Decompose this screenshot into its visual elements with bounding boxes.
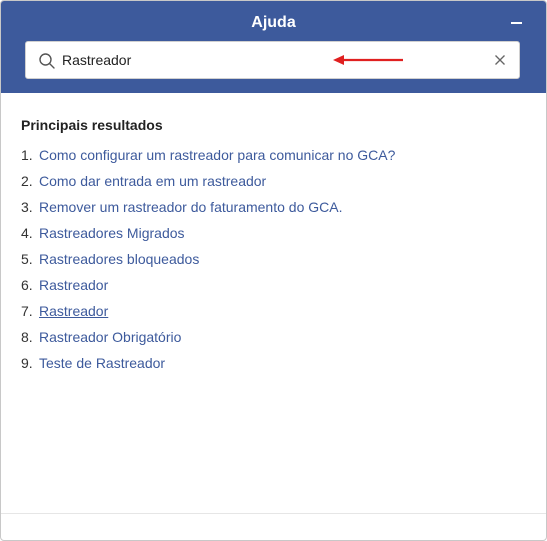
results-list: 1. Como configurar um rastreador para com… — [21, 142, 521, 376]
result-number: 3. — [21, 199, 33, 215]
list-item: 7. Rastreador — [21, 298, 521, 324]
result-link[interactable]: Rastreadores Migrados — [39, 225, 185, 241]
list-item: 1. Como configurar um rastreador para com… — [21, 142, 521, 168]
result-link[interactable]: Rastreadores bloqueados — [39, 251, 199, 267]
list-item: 6. Rastreador — [21, 272, 521, 298]
result-number: 7. — [21, 303, 33, 319]
close-icon[interactable] — [492, 52, 508, 68]
result-number: 8. — [21, 329, 33, 345]
result-number: 4. — [21, 225, 33, 241]
results-section: Principais resultados 1. Como configurar … — [21, 115, 521, 376]
result-link[interactable]: Rastreador — [39, 277, 108, 293]
minimize-icon[interactable] — [509, 12, 525, 32]
footer-divider — [1, 513, 546, 514]
help-title: Ajuda — [251, 14, 296, 31]
list-item: 4. Rastreadores Migrados — [21, 220, 521, 246]
result-link[interactable]: Teste de Rastreador — [39, 355, 165, 371]
search-input[interactable] — [62, 48, 482, 72]
result-link[interactable]: Rastreador Obrigatório — [39, 329, 181, 345]
result-number: 1. — [21, 147, 33, 163]
results-heading: Principais resultados — [21, 117, 163, 133]
help-panel: Ajuda Principais resultados 1. Como confi… — [0, 0, 547, 541]
search-box[interactable] — [25, 41, 520, 79]
list-item: 8. Rastreador Obrigatório — [21, 324, 521, 350]
help-header: Ajuda — [1, 1, 546, 93]
result-number: 9. — [21, 355, 33, 371]
list-item: 5. Rastreadores bloqueados — [21, 246, 521, 272]
result-number: 2. — [21, 173, 33, 189]
result-link[interactable]: Como configurar um rastreador para comun… — [39, 147, 395, 163]
list-item: 3. Remover um rastreador do faturamento d… — [21, 194, 521, 220]
list-item: 2. Como dar entrada em um rastreador — [21, 168, 521, 194]
result-number: 6. — [21, 277, 33, 293]
result-link[interactable]: Rastreador — [39, 303, 108, 319]
list-item: 9. Teste de Rastreador — [21, 350, 521, 376]
result-link[interactable]: Remover um rastreador do faturamento do … — [39, 199, 342, 215]
search-icon — [39, 53, 55, 69]
result-number: 5. — [21, 251, 33, 267]
annotation-arrow-icon — [333, 55, 403, 65]
result-link[interactable]: Como dar entrada em um rastreador — [39, 173, 266, 189]
minimize-bar — [511, 22, 522, 24]
